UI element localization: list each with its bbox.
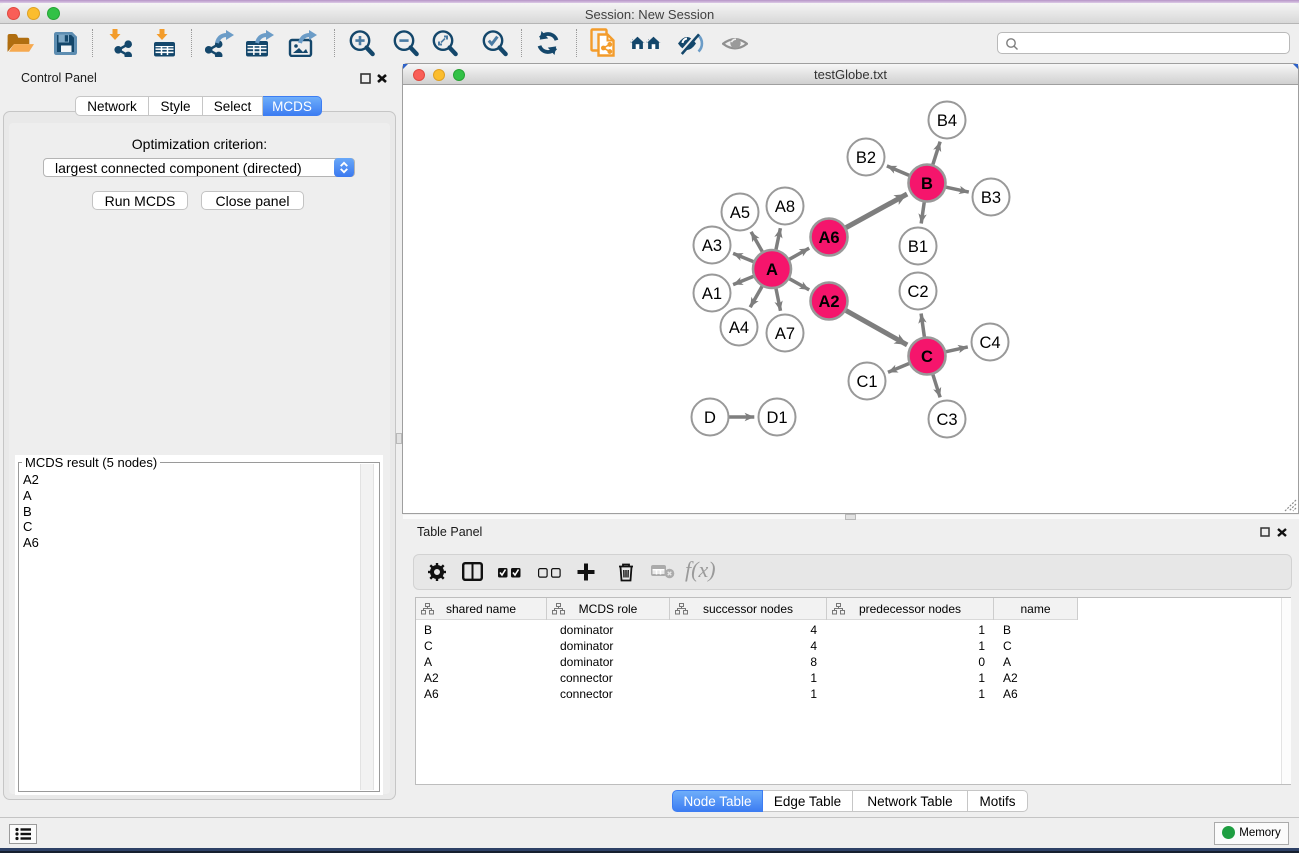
svg-text:A4: A4 [729, 319, 749, 337]
svg-text:A7: A7 [775, 325, 795, 343]
svg-text:A2: A2 [818, 293, 839, 311]
svg-text:B3: B3 [981, 189, 1001, 207]
svg-text:D1: D1 [766, 409, 787, 427]
svg-text:C3: C3 [936, 411, 957, 429]
svg-text:C1: C1 [856, 373, 877, 391]
svg-text:A: A [766, 261, 778, 279]
svg-text:C2: C2 [907, 283, 928, 301]
svg-text:A3: A3 [702, 237, 722, 255]
svg-text:A5: A5 [730, 204, 750, 222]
svg-text:B: B [921, 175, 933, 193]
svg-text:A1: A1 [702, 285, 722, 303]
svg-text:B2: B2 [856, 149, 876, 167]
svg-text:C: C [921, 348, 933, 366]
svg-text:D: D [704, 409, 716, 427]
svg-text:A8: A8 [775, 198, 795, 216]
svg-text:B4: B4 [937, 112, 957, 130]
svg-text:C4: C4 [979, 334, 1000, 352]
svg-text:A6: A6 [818, 229, 839, 247]
svg-text:B1: B1 [908, 238, 928, 256]
